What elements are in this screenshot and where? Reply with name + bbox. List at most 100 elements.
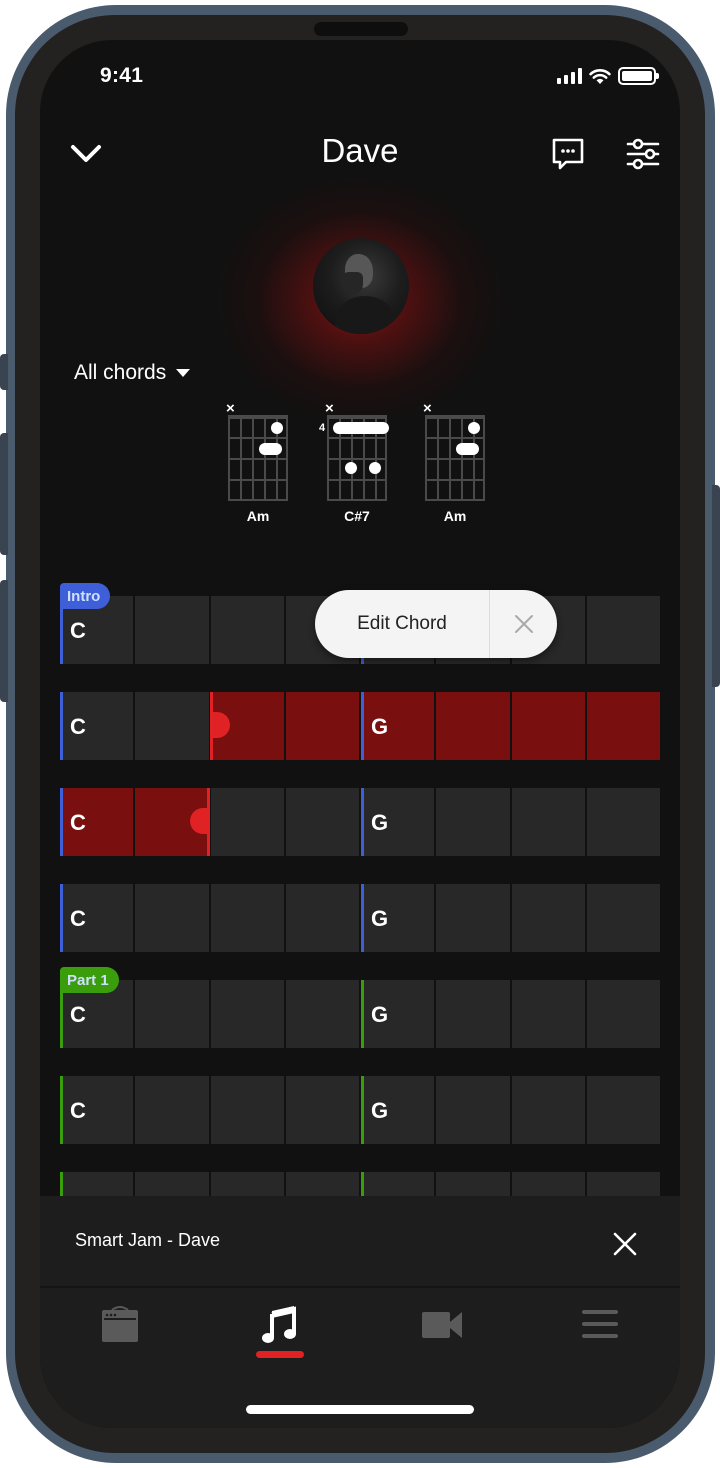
video-camera-icon <box>422 1312 462 1338</box>
volume-down-button <box>0 580 8 702</box>
beat-cell[interactable] <box>511 980 585 1048</box>
beat-cell[interactable] <box>135 596 209 664</box>
chord-name: C#7 <box>344 508 370 524</box>
close-icon <box>514 615 533 633</box>
chord-diagram[interactable]: × Am <box>226 400 306 530</box>
beat-cell[interactable] <box>285 788 359 856</box>
beat-cell[interactable] <box>586 1076 660 1144</box>
active-tab-indicator <box>256 1351 304 1358</box>
beat-cell[interactable] <box>436 1076 510 1144</box>
beat-cell[interactable] <box>511 1172 585 1196</box>
beat-cell[interactable] <box>285 692 359 760</box>
beat-cell[interactable] <box>436 884 510 952</box>
beat-cell[interactable]: C <box>60 884 134 952</box>
chord-label: G <box>371 810 389 835</box>
finger-dot <box>468 422 480 434</box>
beat-cell[interactable] <box>285 1172 359 1196</box>
chat-button[interactable] <box>548 134 588 174</box>
loop-end-handle[interactable] <box>190 788 210 856</box>
battery-icon <box>618 67 659 85</box>
chord-name: Am <box>246 508 270 524</box>
beat-cell[interactable] <box>210 788 284 856</box>
tab-video[interactable] <box>402 1304 482 1364</box>
beat-cell[interactable] <box>436 1172 510 1196</box>
caret-down-icon <box>176 369 191 377</box>
popup-close-button[interactable] <box>490 590 557 658</box>
beat-cell[interactable] <box>285 884 359 952</box>
beat-cell[interactable] <box>135 1076 209 1144</box>
beat-cell[interactable] <box>586 1172 660 1196</box>
chord-label: G <box>371 714 389 739</box>
beat-cell[interactable] <box>210 596 284 664</box>
beat-cell[interactable]: G <box>361 788 435 856</box>
status-time: 9:41 <box>100 64 144 87</box>
fretboard <box>228 415 288 501</box>
beat-cell[interactable]: G <box>361 884 435 952</box>
mixer-settings-button[interactable] <box>623 134 663 174</box>
now-playing-bar[interactable]: Smart Jam - Dave <box>40 1196 680 1286</box>
music-note-icon <box>262 1306 296 1343</box>
beat-cell[interactable] <box>586 980 660 1048</box>
beat-cell[interactable] <box>135 980 209 1048</box>
amp-icon <box>102 1306 138 1342</box>
now-playing-close-button[interactable] <box>608 1227 642 1261</box>
beat-cell[interactable] <box>210 1076 284 1144</box>
beat-cell[interactable]: G <box>361 692 435 760</box>
chord-label: C <box>70 1098 86 1123</box>
chat-bubble-icon <box>552 138 584 170</box>
beat-cell[interactable] <box>135 692 209 760</box>
beat-cell[interactable] <box>135 884 209 952</box>
beat-cell[interactable] <box>436 788 510 856</box>
signal-icon <box>557 68 582 84</box>
beat-cell[interactable] <box>210 1172 284 1196</box>
edit-chord-button[interactable]: Edit Chord <box>315 613 489 635</box>
finger-dot <box>271 422 283 434</box>
beat-cell[interactable] <box>511 788 585 856</box>
tab-amp[interactable] <box>80 1304 160 1364</box>
chord-label: C <box>70 1002 86 1027</box>
beat-cell[interactable]: C <box>60 788 134 856</box>
section-tag[interactable]: Part 1 <box>60 967 119 993</box>
beat-cell[interactable] <box>511 884 585 952</box>
finger-dot <box>456 443 479 455</box>
beat-cell[interactable] <box>511 692 585 760</box>
beat-cell[interactable]: C <box>60 1172 134 1196</box>
chord-row: CG <box>60 692 660 760</box>
beat-cell[interactable]: G <box>361 1172 435 1196</box>
now-playing-title: Smart Jam - Dave <box>75 1230 221 1250</box>
beat-cell[interactable] <box>436 692 510 760</box>
beat-cell[interactable] <box>586 884 660 952</box>
chord-label: G <box>371 906 389 931</box>
beat-cell[interactable]: C <box>60 1076 134 1144</box>
home-indicator[interactable] <box>246 1405 474 1414</box>
loop-start-handle[interactable] <box>210 692 230 760</box>
section-tag[interactable]: Intro <box>60 583 111 609</box>
tab-menu[interactable] <box>560 1304 640 1364</box>
chord-label: C <box>70 714 86 739</box>
beat-cell[interactable]: C <box>60 692 134 760</box>
beat-cell[interactable] <box>586 596 660 664</box>
beat-cell[interactable]: G <box>361 1076 435 1144</box>
chord-diagram[interactable]: × 4 C#7 <box>319 400 405 530</box>
beat-cell[interactable] <box>511 1076 585 1144</box>
chord-label: C <box>70 810 86 835</box>
avatar[interactable] <box>313 238 409 334</box>
chord-diagram[interactable]: × Am <box>423 400 503 530</box>
chord-filter-dropdown[interactable]: All chords <box>74 361 191 385</box>
beat-cell[interactable] <box>436 980 510 1048</box>
chord-row: CG <box>60 884 660 952</box>
beat-cell[interactable]: G <box>361 980 435 1048</box>
beat-cell[interactable] <box>135 1172 209 1196</box>
status-icons <box>557 67 659 85</box>
beat-cell[interactable] <box>285 1076 359 1144</box>
chord-row: CG <box>60 788 660 856</box>
beat-cell[interactable] <box>586 788 660 856</box>
beat-cell[interactable] <box>210 980 284 1048</box>
screen: 9:41 Dave All chords × Am × 4 C#7 × Am C… <box>40 40 680 1428</box>
barre-indicator <box>333 422 389 434</box>
chord-row: CG <box>60 1172 660 1196</box>
beat-cell[interactable] <box>285 980 359 1048</box>
beat-cell[interactable] <box>210 884 284 952</box>
beat-cell[interactable] <box>586 692 660 760</box>
chord-row: C G Part 1 <box>60 967 660 1048</box>
